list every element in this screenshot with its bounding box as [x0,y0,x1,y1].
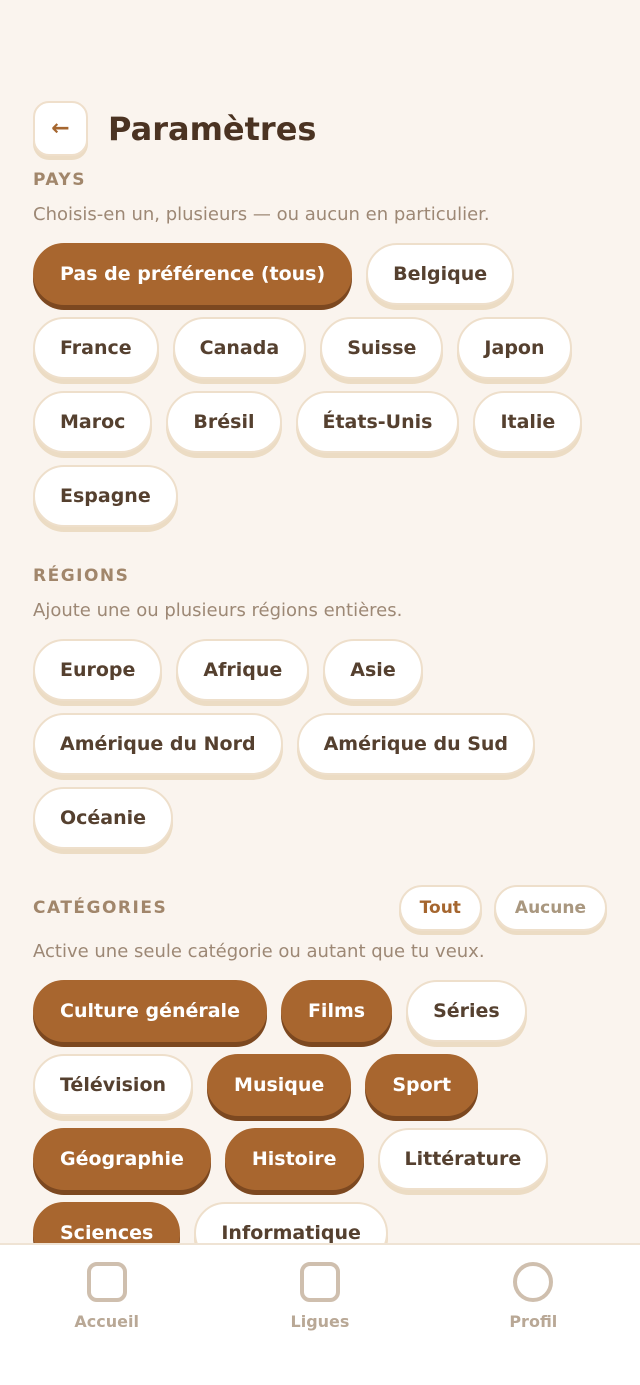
chip-litterature[interactable]: Littérature [377,1128,549,1190]
regions-section: RÉGIONS Ajoute une ou plusieurs régions … [33,566,607,849]
categories-section: CATÉGORIES Tout Aucune Active une seule … [33,885,607,1243]
header: ← Paramètres [33,101,316,156]
page-title: Paramètres [108,109,317,148]
arrow-left-icon: ← [51,116,70,141]
chip-bresil[interactable]: Brésil [166,391,282,453]
tab-label: Ligues [290,1312,350,1331]
back-button[interactable]: ← [33,101,88,156]
chip-geographie[interactable]: Géographie [33,1128,211,1190]
chip-etats-unis[interactable]: États-Unis [295,391,460,453]
pays-section: PAYS Choisis-en un, plusieurs — ou aucun… [33,170,607,527]
chip-suisse[interactable]: Suisse [320,317,444,379]
chip-belgique[interactable]: Belgique [366,243,515,305]
chip-films[interactable]: Films [280,980,393,1042]
chip-italie[interactable]: Italie [473,391,583,453]
chip-culture-generale[interactable]: Culture générale [33,980,267,1042]
chip-japon[interactable]: Japon [457,317,572,379]
chip-series[interactable]: Séries [406,980,527,1042]
chip-oceanie[interactable]: Océanie [33,787,174,849]
tab-profil[interactable]: Profil [453,1245,613,1385]
chip-europe[interactable]: Europe [33,639,163,701]
regions-label: RÉGIONS [33,566,130,586]
chip-amerique-du-sud[interactable]: Amérique du Sud [296,713,536,775]
regions-chips: Europe Afrique Asie Amérique du Nord Amériqu… [33,639,607,849]
chip-sport[interactable]: Sport [365,1054,479,1116]
chip-france[interactable]: France [33,317,159,379]
chip-canada[interactable]: Canada [172,317,307,379]
chip-television[interactable]: Télévision [33,1054,194,1116]
pays-chips: Pas de préférence (tous) Belgique France Ca… [33,243,607,527]
chip-amerique-du-nord[interactable]: Amérique du Nord [33,713,283,775]
select-none-button[interactable]: Aucune [493,885,607,931]
tab-label: Accueil [74,1312,139,1331]
tab-label: Profil [509,1312,558,1331]
categories-label: CATÉGORIES [33,898,168,918]
profile-icon [513,1262,554,1302]
categories-description: Active une seule catégorie ou autant que… [33,941,485,962]
bottom-tab-bar: Accueil Ligues Profil [0,1243,640,1385]
chip-espagne[interactable]: Espagne [33,465,178,527]
chip-musique[interactable]: Musique [207,1054,352,1116]
categories-quick-actions: Tout Aucune [398,885,607,931]
categories-header: CATÉGORIES Tout Aucune [33,885,607,931]
tab-accueil[interactable]: Accueil [27,1245,187,1385]
tab-ligues[interactable]: Ligues [240,1245,400,1385]
select-all-button[interactable]: Tout [398,885,482,931]
settings-content: ← Paramètres PAYS Choisis-en un, plusieu… [0,0,640,1243]
regions-description: Ajoute une ou plusieurs régions entières… [33,600,403,621]
chip-histoire[interactable]: Histoire [224,1128,364,1190]
chip-asie[interactable]: Asie [323,639,423,701]
leagues-icon [299,1262,340,1302]
home-icon [86,1262,127,1302]
pays-label: PAYS [33,170,86,190]
chip-informatique[interactable]: Informatique [194,1202,388,1243]
chip-sciences[interactable]: Sciences [33,1202,181,1243]
chip-pas-de-preference-tous[interactable]: Pas de préférence (tous) [33,243,353,305]
pays-description: Choisis-en un, plusieurs — ou aucun en p… [33,204,490,225]
categories-chips: Culture générale Films Séries Télévision Mus… [33,980,607,1243]
chip-maroc[interactable]: Maroc [33,391,153,453]
chip-afrique[interactable]: Afrique [176,639,310,701]
